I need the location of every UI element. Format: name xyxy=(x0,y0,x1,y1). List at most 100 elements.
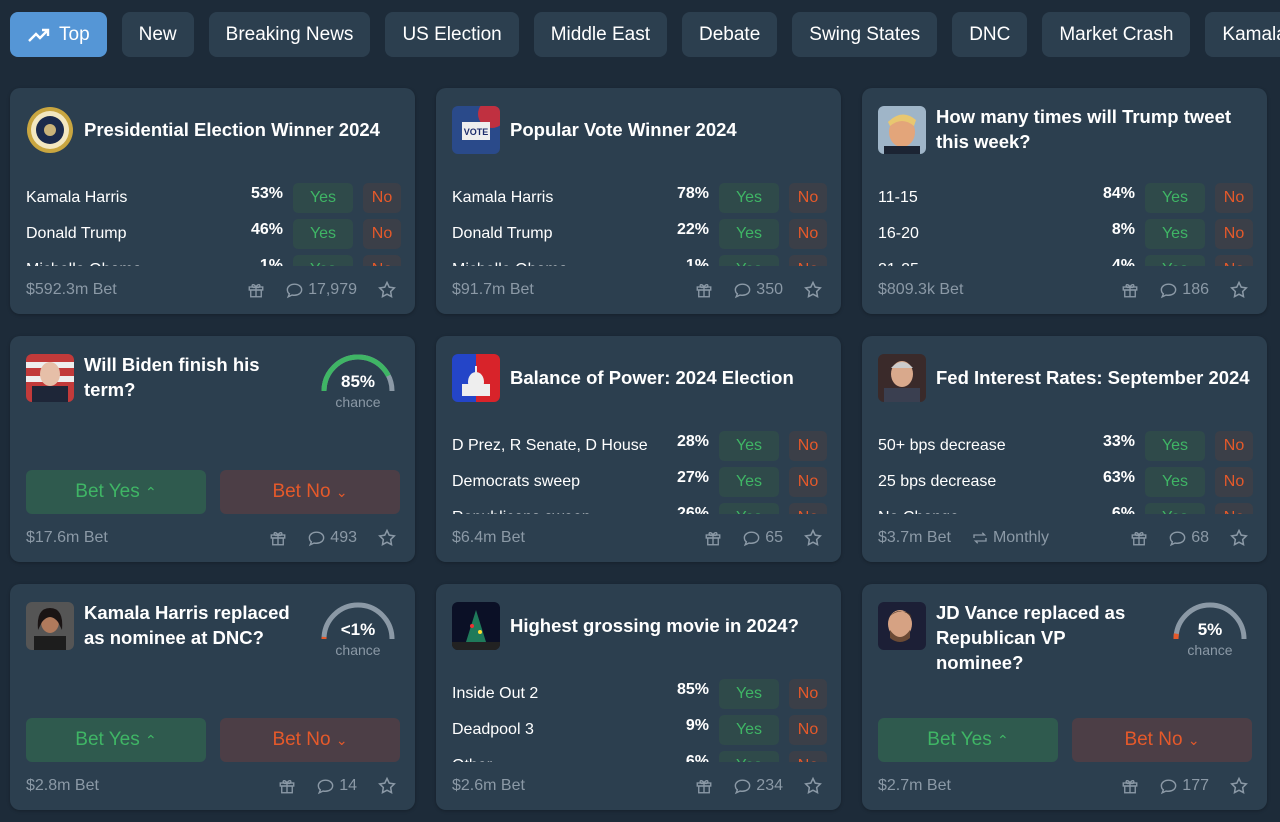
market-title[interactable]: Fed Interest Rates: September 2024 xyxy=(936,352,1251,402)
tab-middle-east[interactable]: Middle East xyxy=(533,12,667,57)
buy-yes-button[interactable]: Yes xyxy=(719,183,779,213)
gift-icon[interactable] xyxy=(278,777,296,795)
gift-icon[interactable] xyxy=(695,281,713,299)
comments[interactable]: 17,979 xyxy=(285,281,357,300)
tab-top[interactable]: Top xyxy=(10,12,107,57)
buy-yes-button[interactable]: Yes xyxy=(719,679,779,709)
market-title[interactable]: JD Vance replaced as Republican VP nomin… xyxy=(936,600,1157,675)
tab-debate[interactable]: Debate xyxy=(682,12,778,57)
buy-no-button[interactable]: No xyxy=(1215,219,1253,249)
tab-swing-states[interactable]: Swing States xyxy=(792,12,938,57)
gift-icon[interactable] xyxy=(1121,777,1139,795)
buy-yes-button[interactable]: Yes xyxy=(293,255,353,266)
buy-no-button[interactable]: No xyxy=(789,467,827,497)
buy-yes-button[interactable]: Yes xyxy=(719,255,779,266)
buy-no-button[interactable]: No xyxy=(789,751,827,762)
bet-no-button[interactable]: Bet No ⌄ xyxy=(220,718,400,762)
comments[interactable]: 177 xyxy=(1159,777,1209,796)
buy-no-button[interactable]: No xyxy=(1215,503,1253,514)
star-icon[interactable] xyxy=(803,280,823,300)
buy-yes-button[interactable]: Yes xyxy=(293,183,353,213)
bet-yes-button[interactable]: Bet Yes ⌃ xyxy=(26,470,206,514)
buy-yes-button[interactable]: Yes xyxy=(1145,503,1205,514)
buy-no-button[interactable]: No xyxy=(1215,255,1253,266)
buy-no-button[interactable]: No xyxy=(1215,467,1253,497)
tab-new[interactable]: New xyxy=(121,12,194,57)
star-icon[interactable] xyxy=(803,776,823,796)
market-title[interactable]: Will Biden finish his term? xyxy=(84,352,305,402)
market-title[interactable]: Highest grossing movie in 2024? xyxy=(510,600,825,650)
buy-yes-button[interactable]: Yes xyxy=(719,467,779,497)
comments[interactable]: 186 xyxy=(1159,281,1209,300)
comments[interactable]: 14 xyxy=(316,777,357,796)
market-title[interactable]: How many times will Trump tweet this wee… xyxy=(936,104,1251,154)
buy-no-button[interactable]: No xyxy=(789,183,827,213)
bet-no-button[interactable]: Bet No ⌄ xyxy=(220,470,400,514)
gift-icon[interactable] xyxy=(269,529,287,547)
comments[interactable]: 493 xyxy=(307,529,357,548)
gift-icon[interactable] xyxy=(247,281,265,299)
buy-no-button[interactable]: No xyxy=(363,183,401,213)
market-card[interactable]: Will Biden finish his term? 85% chance B… xyxy=(10,336,415,562)
tab-us-election[interactable]: US Election xyxy=(385,12,519,57)
star-icon[interactable] xyxy=(377,280,397,300)
tab-dnc[interactable]: DNC xyxy=(952,12,1028,57)
market-card[interactable]: Balance of Power: 2024 Election D Prez, … xyxy=(436,336,841,562)
buy-yes-button[interactable]: Yes xyxy=(1145,431,1205,461)
comments[interactable]: 68 xyxy=(1168,529,1209,548)
star-icon[interactable] xyxy=(1229,280,1249,300)
buy-yes-button[interactable]: Yes xyxy=(719,715,779,745)
bet-no-button[interactable]: Bet No ⌄ xyxy=(1072,718,1252,762)
buy-no-button[interactable]: No xyxy=(789,255,827,266)
tab-kamala[interactable]: Kamala xyxy=(1205,12,1280,57)
comments[interactable]: 234 xyxy=(733,777,783,796)
market-title[interactable]: Popular Vote Winner 2024 xyxy=(510,104,825,154)
outcome-label: Republicans sweep xyxy=(452,509,659,514)
buy-no-button[interactable]: No xyxy=(789,431,827,461)
market-title[interactable]: Balance of Power: 2024 Election xyxy=(510,352,825,402)
buy-yes-button[interactable]: Yes xyxy=(293,219,353,249)
comments[interactable]: 65 xyxy=(742,529,783,548)
buy-yes-button[interactable]: Yes xyxy=(1145,255,1205,266)
gift-icon[interactable] xyxy=(1121,281,1139,299)
star-icon[interactable] xyxy=(803,528,823,548)
buy-no-button[interactable]: No xyxy=(789,219,827,249)
bet-yes-button[interactable]: Bet Yes ⌃ xyxy=(878,718,1058,762)
buy-no-button[interactable]: No xyxy=(789,715,827,745)
star-icon[interactable] xyxy=(377,528,397,548)
buy-no-button[interactable]: No xyxy=(363,255,401,266)
buy-no-button[interactable]: No xyxy=(789,679,827,709)
buy-yes-button[interactable]: Yes xyxy=(719,503,779,514)
market-title[interactable]: Presidential Election Winner 2024 xyxy=(84,104,399,154)
market-card[interactable]: Highest grossing movie in 2024? Inside O… xyxy=(436,584,841,810)
market-card[interactable]: Kamala Harris replaced as nominee at DNC… xyxy=(10,584,415,810)
star-icon[interactable] xyxy=(1229,776,1249,796)
market-title[interactable]: Kamala Harris replaced as nominee at DNC… xyxy=(84,600,305,650)
gift-icon[interactable] xyxy=(1130,529,1148,547)
market-card[interactable]: Presidential Election Winner 2024 Kamala… xyxy=(10,88,415,314)
comments[interactable]: 350 xyxy=(733,281,783,300)
buy-no-button[interactable]: No xyxy=(789,503,827,514)
bet-yes-button[interactable]: Bet Yes ⌃ xyxy=(26,718,206,762)
market-card[interactable]: Fed Interest Rates: September 2024 50+ b… xyxy=(862,336,1267,562)
buy-yes-button[interactable]: Yes xyxy=(719,751,779,762)
buy-yes-button[interactable]: Yes xyxy=(719,431,779,461)
buy-no-button[interactable]: No xyxy=(363,219,401,249)
buy-yes-button[interactable]: Yes xyxy=(1145,467,1205,497)
market-card[interactable]: How many times will Trump tweet this wee… xyxy=(862,88,1267,314)
tab-market-crash[interactable]: Market Crash xyxy=(1042,12,1191,57)
market-card[interactable]: JD Vance replaced as Republican VP nomin… xyxy=(862,584,1267,810)
buy-yes-button[interactable]: Yes xyxy=(1145,183,1205,213)
gift-icon[interactable] xyxy=(695,777,713,795)
buy-no-button[interactable]: No xyxy=(1215,183,1253,213)
buy-yes-button[interactable]: Yes xyxy=(1145,219,1205,249)
buy-yes-button[interactable]: Yes xyxy=(719,219,779,249)
market-card[interactable]: VOTE Popular Vote Winner 2024 Kamala Har… xyxy=(436,88,841,314)
gift-icon[interactable] xyxy=(704,529,722,547)
star-icon[interactable] xyxy=(1229,528,1249,548)
buy-no-button[interactable]: No xyxy=(1215,431,1253,461)
market-image: VOTE xyxy=(452,106,500,154)
outcome-list: 50+ bps decrease 33% Yes No 25 bps decre… xyxy=(878,428,1253,514)
tab-breaking-news[interactable]: Breaking News xyxy=(208,12,371,57)
star-icon[interactable] xyxy=(377,776,397,796)
